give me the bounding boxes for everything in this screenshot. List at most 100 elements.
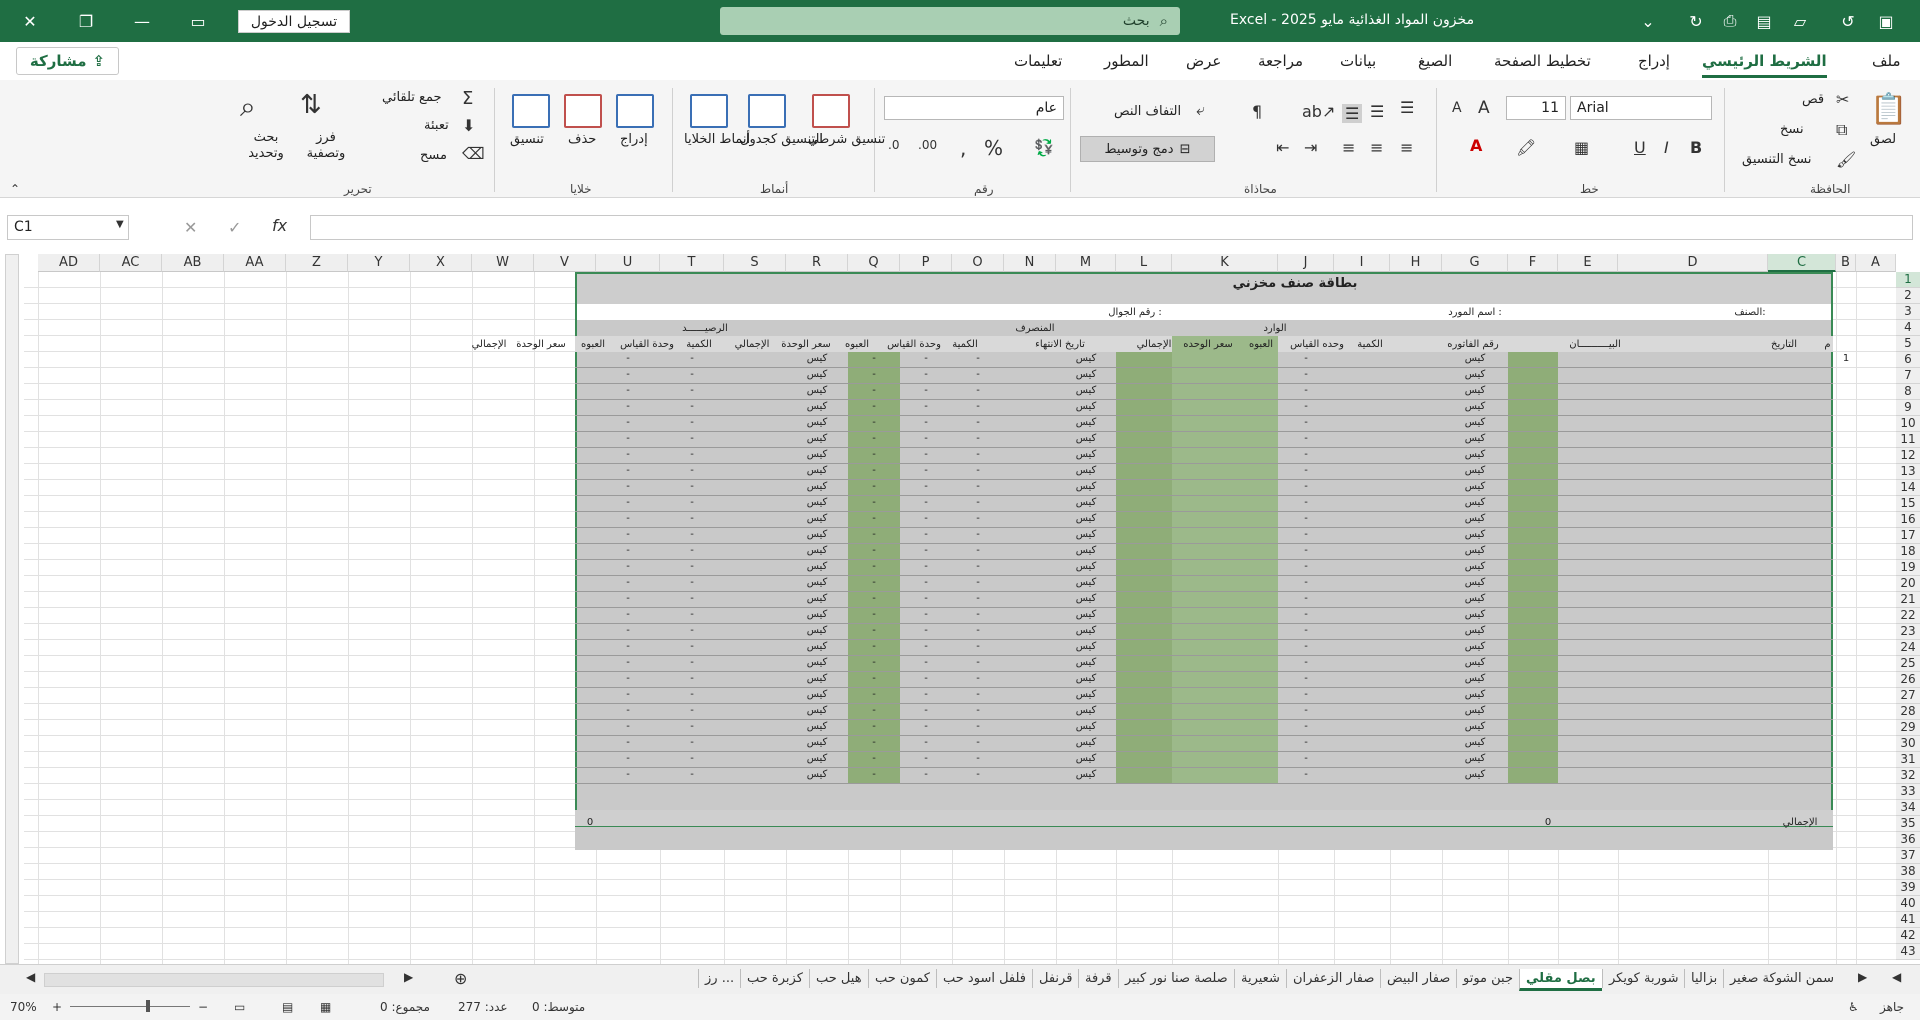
table-cell[interactable]: - — [848, 353, 900, 364]
zoom-slider-thumb[interactable] — [146, 1000, 150, 1012]
table-cell[interactable]: كيس — [1056, 401, 1116, 412]
table-cell[interactable]: كيس — [786, 545, 848, 556]
table-cell[interactable]: - — [900, 609, 952, 620]
table-cell[interactable]: كيس — [1442, 561, 1508, 572]
seq-cell[interactable]: 1 — [1836, 353, 1856, 364]
tab-home[interactable]: الشريط الرئيسي — [1702, 52, 1827, 78]
table-cell[interactable]: كيس — [1442, 513, 1508, 524]
column-header[interactable]: AB — [162, 254, 224, 272]
underline-icon[interactable]: U — [1634, 138, 1646, 157]
row-header[interactable]: 2 — [1896, 288, 1920, 304]
redo-icon[interactable]: ↻ — [1684, 9, 1708, 33]
column-header[interactable]: J — [1278, 254, 1334, 272]
column-header[interactable]: F — [1508, 254, 1558, 272]
table-cell[interactable]: - — [900, 641, 952, 652]
column-header[interactable]: V — [534, 254, 596, 272]
column-header[interactable]: Y — [348, 254, 410, 272]
table-cell[interactable]: - — [660, 561, 724, 572]
table-cell[interactable]: - — [1278, 497, 1334, 508]
row-header[interactable]: 14 — [1896, 480, 1920, 496]
row-header[interactable]: 18 — [1896, 544, 1920, 560]
table-cell[interactable]: - — [1278, 433, 1334, 444]
table-cell[interactable]: كيس — [1442, 609, 1508, 620]
table-cell[interactable]: - — [900, 769, 952, 780]
table-cell[interactable]: كيس — [1442, 753, 1508, 764]
table-cell[interactable]: كيس — [786, 529, 848, 540]
table-cell[interactable]: - — [848, 497, 900, 508]
table-cell[interactable]: كيس — [1056, 689, 1116, 700]
table-cell[interactable]: - — [596, 385, 660, 396]
table-cell[interactable]: كيس — [1056, 449, 1116, 460]
table-cell[interactable]: - — [848, 513, 900, 524]
page-break-view-icon[interactable]: ▭ — [234, 1000, 245, 1014]
table-cell[interactable]: كيس — [1442, 433, 1508, 444]
row-header[interactable]: 31 — [1896, 752, 1920, 768]
cancel-icon[interactable]: ✕ — [184, 218, 197, 237]
table-cell[interactable]: كيس — [786, 641, 848, 652]
table-cell[interactable]: - — [660, 545, 724, 556]
row-header[interactable]: 29 — [1896, 720, 1920, 736]
column-header[interactable]: M — [1056, 254, 1116, 272]
sign-in-button[interactable]: تسجيل الدخول — [238, 10, 350, 33]
table-cell[interactable]: كيس — [1056, 513, 1116, 524]
table-cell[interactable]: - — [952, 561, 1004, 572]
table-cell[interactable]: - — [900, 353, 952, 364]
table-cell[interactable]: - — [952, 449, 1004, 460]
table-cell[interactable]: - — [660, 497, 724, 508]
table-cell[interactable]: - — [596, 529, 660, 540]
table-cell[interactable]: - — [952, 529, 1004, 540]
fill-button[interactable]: تعبئة — [424, 118, 449, 134]
normal-view-icon[interactable]: ▦ — [320, 1000, 331, 1014]
table-cell[interactable]: - — [848, 449, 900, 460]
table-cell[interactable]: كيس — [1442, 369, 1508, 380]
align-right-icon[interactable]: ≡ — [1400, 138, 1413, 157]
table-cell[interactable]: - — [660, 577, 724, 588]
row-header[interactable]: 32 — [1896, 768, 1920, 784]
sheet-tab[interactable]: فلفل اسود حب — [936, 969, 1032, 988]
row-header[interactable]: 22 — [1896, 608, 1920, 624]
table-cell[interactable]: - — [952, 401, 1004, 412]
paste-icon[interactable]: 📋 — [1870, 92, 1907, 127]
decrease-indent-icon[interactable]: ⇤ — [1276, 138, 1289, 157]
column-header[interactable]: G — [1442, 254, 1508, 272]
table-cell[interactable]: - — [952, 593, 1004, 604]
font-size-input[interactable]: 11 — [1506, 96, 1566, 120]
table-cell[interactable]: كيس — [786, 353, 848, 364]
copy-button[interactable]: نسخ — [1780, 122, 1804, 138]
column-header[interactable]: AA — [224, 254, 286, 272]
table-cell[interactable]: كيس — [1442, 705, 1508, 716]
column-header[interactable]: Z — [286, 254, 348, 272]
row-header[interactable]: 33 — [1896, 784, 1920, 800]
table-cell[interactable]: كيس — [786, 417, 848, 428]
column-header[interactable]: Q — [848, 254, 900, 272]
table-cell[interactable]: كيس — [786, 721, 848, 732]
table-cell[interactable]: - — [900, 625, 952, 636]
table-cell[interactable]: - — [848, 737, 900, 748]
table-cell[interactable]: - — [952, 657, 1004, 668]
table-cell[interactable]: - — [952, 577, 1004, 588]
table-cell[interactable]: - — [900, 593, 952, 604]
row-header[interactable]: 39 — [1896, 880, 1920, 896]
table-cell[interactable]: - — [660, 401, 724, 412]
borders-icon[interactable]: ▦ — [1574, 138, 1589, 157]
table-cell[interactable]: - — [848, 465, 900, 476]
format-cells-icon[interactable] — [512, 94, 550, 128]
table-cell[interactable]: كيس — [1442, 353, 1508, 364]
column-header[interactable]: X — [410, 254, 472, 272]
table-cell[interactable]: كيس — [1056, 641, 1116, 652]
table-cell[interactable]: - — [900, 481, 952, 492]
align-center-icon[interactable]: ≡ — [1370, 138, 1383, 157]
table-cell[interactable]: كيس — [1056, 625, 1116, 636]
table-cell[interactable]: - — [900, 721, 952, 732]
table-cell[interactable]: - — [900, 497, 952, 508]
sheet-tab[interactable]: كزبرة حب — [740, 969, 809, 988]
column-header[interactable]: C — [1768, 254, 1836, 272]
column-header[interactable]: AC — [100, 254, 162, 272]
table-cell[interactable]: كيس — [786, 497, 848, 508]
table-cell[interactable]: - — [1278, 721, 1334, 732]
table-cell[interactable]: كيس — [1056, 673, 1116, 684]
table-cell[interactable]: - — [1278, 753, 1334, 764]
row-header[interactable]: 20 — [1896, 576, 1920, 592]
increase-decimal-icon[interactable]: .00 — [918, 138, 937, 152]
table-cell[interactable]: - — [1278, 737, 1334, 748]
